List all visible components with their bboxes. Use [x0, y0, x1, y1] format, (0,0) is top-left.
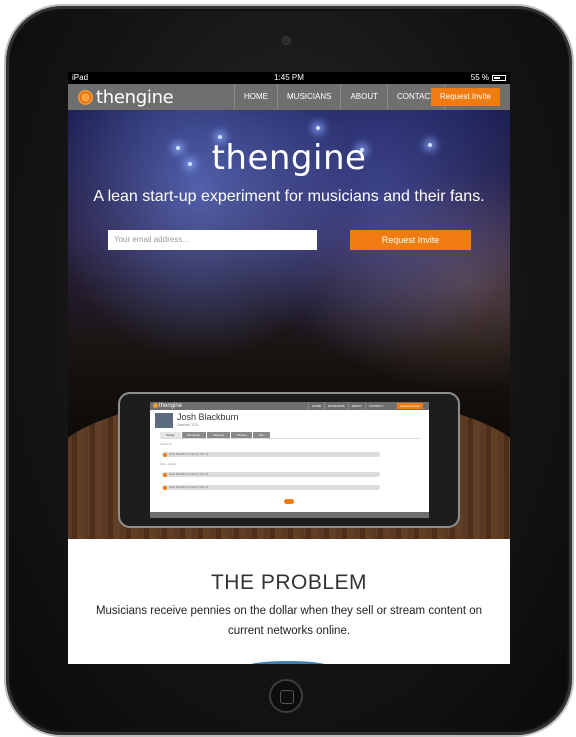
- mockup-footer: [150, 512, 429, 518]
- site-navbar: thengine HOME MUSICIANS ABOUT CONTACT Re…: [68, 84, 510, 110]
- brand-logo[interactable]: thengine: [78, 86, 174, 108]
- hero-section: thengine A lean start-up experiment for …: [68, 110, 510, 539]
- problem-section: THE PROBLEM Musicians receive pennies on…: [68, 539, 510, 664]
- mockup-more-button: [284, 499, 294, 504]
- clock: 1:45 PM: [274, 73, 304, 82]
- mockup-artist-location: Denver, CO: [177, 422, 198, 427]
- mockup-screen: thengine HOME MUSICIANS ABOUT CONTACT Requ…: [150, 402, 429, 518]
- mockup-artist-photo: [155, 413, 173, 428]
- problem-body: Musicians receive pennies on the dollar …: [95, 605, 483, 637]
- nav-request-invite-button[interactable]: Request Invite: [430, 88, 500, 106]
- mockup-track: Josh Blackburn (Song Title 1): [162, 452, 380, 457]
- hero-title: thengine: [211, 138, 367, 178]
- mockup-artist-name: Josh Blackburn: [177, 412, 239, 422]
- mockup-request-invite: Request Invite: [397, 403, 423, 409]
- mockup-section-label: More Songs: [160, 462, 177, 466]
- device-mockup: thengine HOME MUSICIANS ABOUT CONTACT Requ…: [118, 392, 460, 528]
- mockup-nav-links: HOME MUSICIANS ABOUT CONTACT: [308, 402, 386, 410]
- nav-about[interactable]: ABOUT: [340, 84, 387, 110]
- home-button-icon: [280, 690, 294, 704]
- nav-musicians[interactable]: MUSICIANS: [277, 84, 340, 110]
- hero-request-invite-button[interactable]: Request Invite: [350, 230, 471, 250]
- mockup-track: Josh Blackburn (Song Title 3): [162, 485, 380, 490]
- front-camera: [283, 37, 290, 44]
- battery-fill: [494, 77, 500, 79]
- nav-home[interactable]: HOME: [234, 84, 277, 110]
- status-bar: iPad 1:45 PM 55 %: [68, 72, 510, 84]
- hero-subtitle: A lean start-up experiment for musicians…: [93, 188, 485, 205]
- battery-percent: 55 %: [470, 73, 489, 82]
- mockup-section-label: Featured: [160, 442, 173, 446]
- mockup-track: Josh Blackburn (Song Title 2): [162, 472, 380, 477]
- mockup-navbar: thengine HOME MUSICIANS ABOUT CONTACT Requ…: [150, 402, 429, 410]
- home-button[interactable]: [269, 679, 303, 713]
- next-section-peek: [248, 661, 328, 664]
- battery-indicator: 55 %: [471, 72, 506, 84]
- mockup-divider: [160, 438, 421, 439]
- battery-icon: [492, 75, 506, 81]
- brand-name: thengine: [96, 86, 174, 108]
- mockup-brand: thengine: [153, 402, 182, 410]
- problem-title: THE PROBLEM: [210, 571, 368, 594]
- email-input[interactable]: Your email address...: [108, 230, 317, 250]
- sun-logo-icon: [78, 89, 93, 105]
- ipad-screen: iPad 1:45 PM 55 % thengine HOME MUSICIAN…: [68, 72, 510, 664]
- nav-links: HOME MUSICIANS ABOUT CONTACT: [234, 84, 446, 110]
